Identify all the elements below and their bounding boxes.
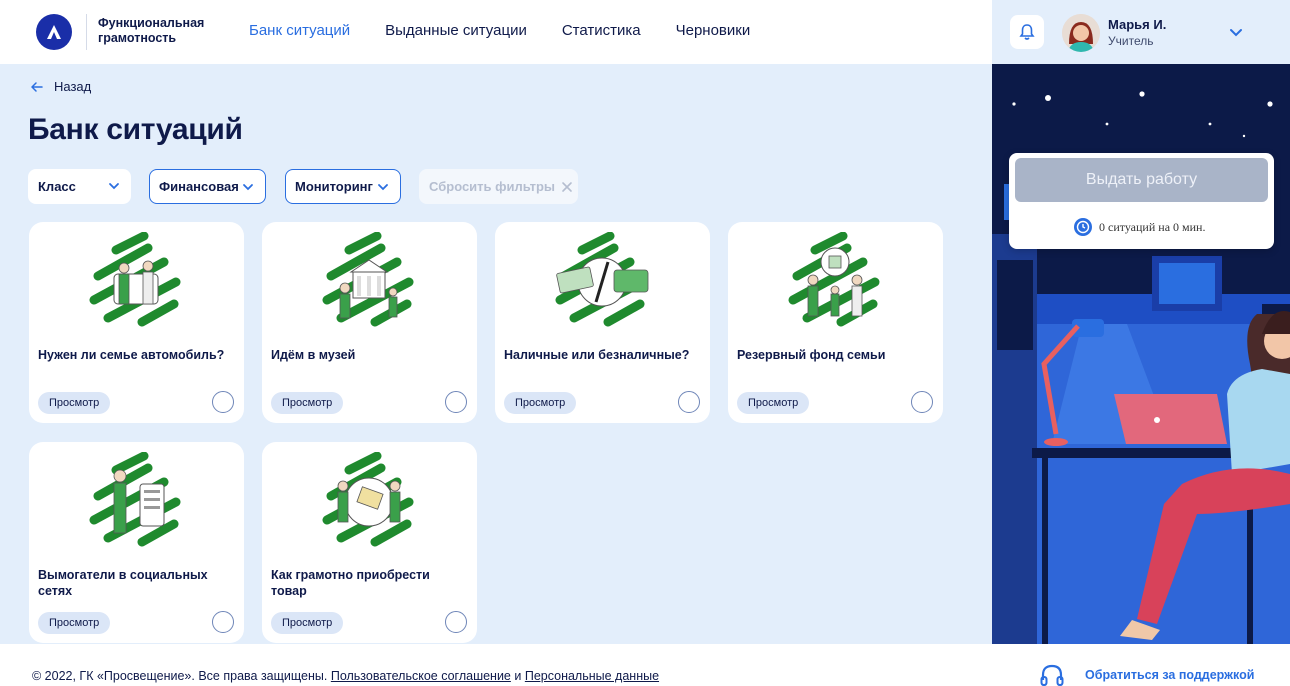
preview-button[interactable]: Просмотр — [38, 392, 111, 414]
museum-illustration — [322, 232, 414, 327]
logo-icon[interactable] — [36, 14, 72, 50]
family-car-illustration — [89, 232, 181, 327]
chevron-down-icon[interactable] — [1228, 24, 1244, 40]
card-title: Вымогатели в социальных сетях — [38, 568, 208, 598]
issue-work-button[interactable]: Выдать работу — [1015, 158, 1268, 202]
notifications-button[interactable] — [1010, 15, 1044, 49]
personal-data-link[interactable]: Персональные данные — [525, 669, 659, 683]
chevron-down-icon — [378, 184, 388, 191]
reset-filters-label: Сбросить фильтры — [429, 179, 556, 194]
family-fund-illustration — [788, 232, 880, 327]
select-checkbox[interactable] — [911, 391, 933, 413]
preview-button[interactable]: Просмотр — [271, 612, 344, 634]
card-title: Наличные или безналичные? — [504, 348, 690, 362]
cash-card-illustration — [555, 232, 649, 327]
social-extortion-illustration — [89, 452, 181, 547]
select-checkbox[interactable] — [212, 611, 234, 633]
chevron-down-icon — [109, 183, 119, 190]
filter-class[interactable]: Класс — [28, 169, 131, 204]
situation-card[interactable]: Наличные или безналичные? Просмотр — [495, 222, 710, 423]
night-scene-illustration — [992, 64, 1290, 644]
preview-button[interactable]: Просмотр — [271, 392, 344, 414]
select-checkbox[interactable] — [678, 391, 700, 413]
user-role: Учитель — [1108, 34, 1154, 48]
select-checkbox[interactable] — [445, 611, 467, 633]
filter-subject-label: Финансовая — [159, 179, 239, 194]
situation-card[interactable]: Как грамотно приобрести товар Просмотр — [262, 442, 477, 643]
nav-item-drafts[interactable]: Черновики — [676, 22, 751, 39]
clock-icon — [1074, 218, 1092, 236]
headphones-icon — [1040, 664, 1064, 686]
filter-subject[interactable]: Финансовая — [149, 169, 266, 204]
issue-summary: 0 ситуаций на 0 мин. — [1073, 217, 1205, 237]
issue-panel: Выдать работу 0 ситуаций на 0 мин. — [1009, 153, 1274, 249]
user-agreement-link[interactable]: Пользовательское соглашение — [331, 669, 511, 683]
card-title: Как грамотно приобрести товар — [271, 568, 430, 598]
select-checkbox[interactable] — [212, 391, 234, 413]
filter-type-label: Мониторинг — [295, 179, 373, 194]
issue-summary-text: 0 ситуаций на 0 мин. — [1099, 219, 1206, 234]
purchase-illustration — [322, 452, 414, 547]
card-title: Резервный фонд семьи — [737, 348, 886, 362]
situation-card[interactable]: Нужен ли семье автомобиль? Просмотр — [29, 222, 244, 423]
card-title: Нужен ли семье автомобиль? — [38, 348, 225, 362]
filter-class-label: Класс — [38, 179, 76, 194]
card-title: Идём в музей — [271, 348, 356, 362]
select-checkbox[interactable] — [445, 391, 467, 413]
situation-card[interactable]: Вымогатели в социальных сетях Просмотр — [29, 442, 244, 643]
page-title: Банк ситуаций — [28, 113, 243, 146]
preview-button[interactable]: Просмотр — [504, 392, 577, 414]
copyright-text: © 2022, ГК «Просвещение». Все права защи… — [32, 669, 328, 683]
nav-item-statistics[interactable]: Статистика — [562, 22, 641, 39]
main-nav: Банк ситуаций Выданные ситуации Статисти… — [249, 22, 750, 39]
conjunction-text: и — [514, 669, 522, 683]
arrow-left-icon — [31, 81, 43, 92]
reset-filters-button[interactable]: Сбросить фильтры — [419, 169, 578, 204]
header: Функциональная грамотность Банк ситуаций… — [0, 0, 992, 64]
nav-item-issued-situations[interactable]: Выданные ситуации — [385, 22, 527, 39]
footer: © 2022, ГК «Просвещение». Все права защи… — [0, 644, 1290, 686]
user-name: Марья И. — [1108, 17, 1167, 32]
chevron-down-icon — [243, 184, 253, 191]
close-icon — [562, 181, 572, 192]
support-label: Обратиться за поддержкой — [1085, 668, 1255, 682]
preview-button[interactable]: Просмотр — [737, 392, 810, 414]
preview-button[interactable]: Просмотр — [38, 612, 111, 634]
avatar[interactable] — [1062, 14, 1100, 52]
bell-icon — [1019, 24, 1035, 40]
back-link[interactable]: Назад — [30, 79, 91, 94]
filter-type[interactable]: Мониторинг — [285, 169, 401, 204]
back-label: Назад — [54, 79, 92, 94]
nav-item-situation-bank[interactable]: Банк ситуаций — [249, 22, 350, 39]
brand-name: Функциональная грамотность — [98, 16, 205, 45]
copyright: © 2022, ГК «Просвещение». Все права защи… — [32, 669, 659, 683]
support-link[interactable]: Обратиться за поддержкой — [1039, 662, 1254, 686]
situation-card[interactable]: Идём в музей Просмотр — [262, 222, 477, 423]
logo-divider — [86, 14, 87, 50]
situation-card[interactable]: Резервный фонд семьи Просмотр — [728, 222, 943, 423]
